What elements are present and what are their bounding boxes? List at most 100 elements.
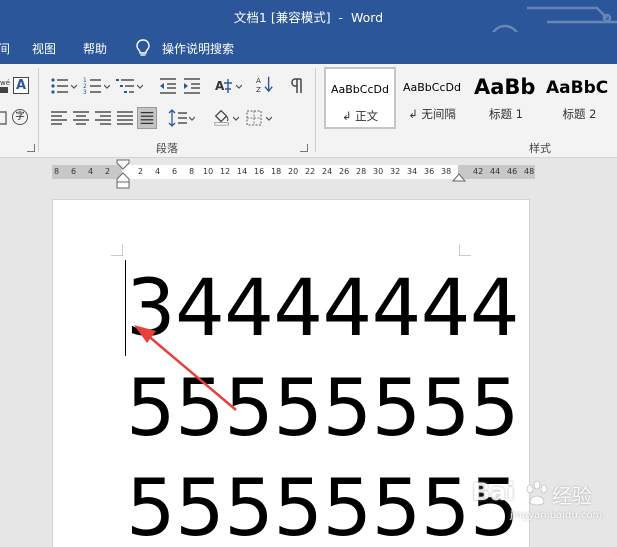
ruler-tick: 48 xyxy=(524,167,535,176)
document-line-3[interactable]: 55555555 xyxy=(126,470,520,547)
style-no-spacing[interactable]: AaBbCcDd ↲ 无间隔 xyxy=(396,67,468,129)
numbering-button[interactable]: 123 xyxy=(83,77,103,96)
watermark-brand: Bai xyxy=(472,478,515,506)
decrease-indent-button[interactable] xyxy=(158,77,178,95)
phonetic-guide-button[interactable]: wén xyxy=(0,77,14,95)
ribbon-separator xyxy=(315,68,316,152)
ruler-tick: 32 xyxy=(390,167,401,176)
styles-gallery: AaBbCcDd ↲ 正文 AaBbCcDd ↲ 无间隔 AaBb 标题 1 A… xyxy=(321,67,617,131)
ruler-tick: 12 xyxy=(220,167,231,176)
style-normal[interactable]: AaBbCcDd ↲ 正文 xyxy=(324,67,396,129)
ruler-tick: 36 xyxy=(424,167,435,176)
right-indent-marker[interactable] xyxy=(452,171,466,183)
align-center-button[interactable] xyxy=(72,109,90,127)
ruler-tick: 4 xyxy=(88,167,94,176)
lightbulb-icon xyxy=(136,39,150,56)
document-line-2[interactable]: 55555555 xyxy=(126,370,520,448)
ruler-tick: 30 xyxy=(373,167,384,176)
style-sample: AaBbCcDd xyxy=(403,81,461,94)
ruler-tick: 38 xyxy=(441,167,452,176)
character-border-button[interactable]: A xyxy=(13,77,29,94)
horizontal-ruler-area: 8 6 4 2 2 4 6 8 10 12 14 16 18 20 22 24 … xyxy=(0,158,617,190)
svg-text:A: A xyxy=(256,76,261,85)
ruler-tick: 42 xyxy=(473,167,484,176)
ribbon: wén A 字 123 A xyxy=(0,64,617,158)
watermark-url: jingyan.baidu.com xyxy=(510,510,603,521)
show-formatting-marks-button[interactable] xyxy=(288,77,304,95)
ruler-tick: 6 xyxy=(172,167,178,176)
style-heading-2[interactable]: AaBbC 标题 2 xyxy=(542,67,617,129)
ruler-tick: 10 xyxy=(203,167,214,176)
text-effects-button-partial[interactable] xyxy=(0,110,8,126)
word-window: 文档1 [兼容模式] - Word 间 视图 帮助 操作说明搜索 wén A xyxy=(0,0,617,547)
chevron-down-icon[interactable] xyxy=(137,84,143,90)
ruler-tick: 44 xyxy=(490,167,501,176)
ruler-tick: 34 xyxy=(407,167,418,176)
menu-item-view[interactable]: 视图 xyxy=(32,40,56,57)
distributed-align-button[interactable] xyxy=(137,107,157,129)
chevron-down-icon[interactable] xyxy=(104,84,110,90)
ruler-tick: 2 xyxy=(138,167,144,176)
style-name: 标题 1 xyxy=(489,107,523,121)
ruler-tick: 6 xyxy=(71,167,77,176)
phonetic-guide-label: wén xyxy=(0,79,10,87)
style-name: ↲ 正文 xyxy=(341,109,379,123)
menu-item-layout-partial[interactable]: 间 xyxy=(0,40,10,57)
ruler-tick: 14 xyxy=(237,167,248,176)
tell-me-search[interactable]: 操作说明搜索 xyxy=(162,40,234,57)
increase-indent-button[interactable] xyxy=(182,77,202,95)
svg-text:Z: Z xyxy=(256,85,261,93)
chevron-down-icon[interactable] xyxy=(233,116,239,122)
ruler-tick: 46 xyxy=(507,167,518,176)
ruler-tick: 22 xyxy=(305,167,316,176)
style-sample: AaBb xyxy=(474,75,536,99)
ruler-tick: 18 xyxy=(271,167,282,176)
chevron-down-icon[interactable] xyxy=(189,116,195,122)
ruler-tick: 8 xyxy=(54,167,60,176)
style-sample: AaBbC xyxy=(546,78,609,98)
indent-markers[interactable] xyxy=(116,159,130,190)
ruler-tick: 26 xyxy=(339,167,350,176)
ruler-left-margin xyxy=(52,165,122,179)
align-right-button[interactable] xyxy=(94,109,112,127)
chinese-layout-button[interactable]: A xyxy=(214,77,234,95)
svg-text:3: 3 xyxy=(83,89,87,95)
sort-button[interactable]: AZ xyxy=(255,75,275,94)
paragraph-dialog-launcher[interactable] xyxy=(300,144,308,152)
shading-button[interactable] xyxy=(212,108,232,126)
style-name: ↲ 无间隔 xyxy=(408,107,456,121)
bullets-button[interactable] xyxy=(50,77,70,95)
justify-button[interactable] xyxy=(116,109,134,127)
styles-group-label: 样式 xyxy=(529,142,551,155)
line-spacing-button[interactable] xyxy=(168,109,188,127)
crop-mark xyxy=(459,244,471,256)
ribbon-separator xyxy=(38,68,39,152)
chevron-down-icon[interactable] xyxy=(266,116,272,122)
ruler-tick: 8 xyxy=(189,167,195,176)
document-line-1[interactable]: 34444444 xyxy=(126,270,520,348)
ruler-tick: 24 xyxy=(322,167,333,176)
document-page[interactable]: 34444444 55555555 55555555 xyxy=(52,199,530,547)
ruler-tick: 28 xyxy=(356,167,367,176)
multilevel-list-button[interactable] xyxy=(116,77,136,95)
enclose-characters-button[interactable]: 字 xyxy=(12,109,28,125)
style-heading-1[interactable]: AaBb 标题 1 xyxy=(470,67,542,129)
ruler-tick: 16 xyxy=(254,167,265,176)
chevron-down-icon[interactable] xyxy=(236,84,242,90)
chevron-down-icon[interactable] xyxy=(71,84,77,90)
baidu-watermark: Bai 经验 jingyan.baidu.com xyxy=(462,476,612,546)
font-dialog-launcher[interactable] xyxy=(27,144,35,152)
style-sample: AaBbCcDd xyxy=(331,83,389,96)
ruler-tick: 4 xyxy=(155,167,161,176)
ruler-tick: 20 xyxy=(288,167,299,176)
paragraph-group-label: 段落 xyxy=(156,142,178,155)
borders-button[interactable] xyxy=(245,109,263,127)
menu-item-help[interactable]: 帮助 xyxy=(83,40,107,57)
watermark-brand-cn: 经验 xyxy=(552,484,592,508)
crop-mark xyxy=(111,244,123,256)
align-left-button[interactable] xyxy=(50,109,68,127)
svg-text:A: A xyxy=(215,79,225,93)
ruler-tick: 2 xyxy=(105,167,111,176)
menu-bar: 间 视图 帮助 操作说明搜索 xyxy=(0,32,617,64)
paw-icon xyxy=(526,480,548,506)
